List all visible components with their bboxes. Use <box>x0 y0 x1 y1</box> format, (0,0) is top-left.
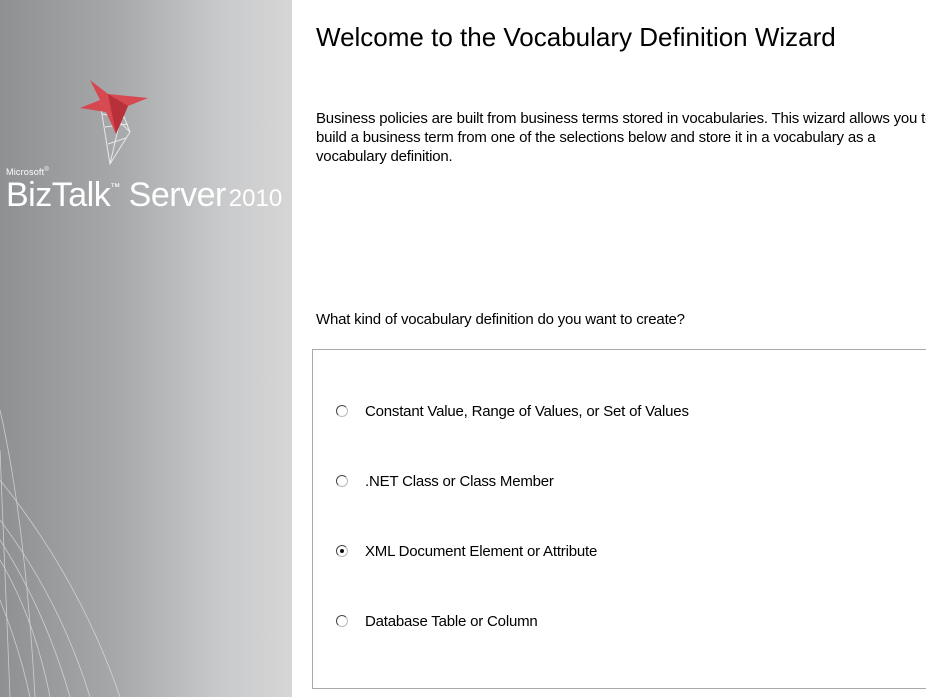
question-label: What kind of vocabulary definition do yo… <box>316 311 685 328</box>
radio-button[interactable] <box>336 405 348 417</box>
wizard-sidebar: Microsoft® BizTalk™ Server 2010 <box>0 0 292 697</box>
page-title: Welcome to the Vocabulary Definition Wiz… <box>316 22 836 52</box>
option-label: .NET Class or Class Member <box>365 472 554 490</box>
option-label: Database Table or Column <box>365 612 538 630</box>
biztalk-logo-icon <box>80 80 148 166</box>
option-net-class[interactable]: .NET Class or Class Member <box>336 469 554 493</box>
radio-button-selected[interactable] <box>336 545 348 557</box>
option-xml-document[interactable]: XML Document Element or Attribute <box>336 539 597 563</box>
radio-button[interactable] <box>336 475 348 487</box>
radio-button[interactable] <box>336 615 348 627</box>
brand-product: BizTalk™ Server 2010 <box>6 176 283 214</box>
option-label: Constant Value, Range of Values, or Set … <box>365 402 689 420</box>
option-database-table[interactable]: Database Table or Column <box>336 609 538 633</box>
options-group: Constant Value, Range of Values, or Set … <box>312 349 926 689</box>
page-description: Business policies are built from busines… <box>316 110 926 165</box>
option-label: XML Document Element or Attribute <box>365 542 598 560</box>
wizard-content: Welcome to the Vocabulary Definition Wiz… <box>292 0 926 697</box>
option-constant-value[interactable]: Constant Value, Range of Values, or Set … <box>336 399 689 423</box>
